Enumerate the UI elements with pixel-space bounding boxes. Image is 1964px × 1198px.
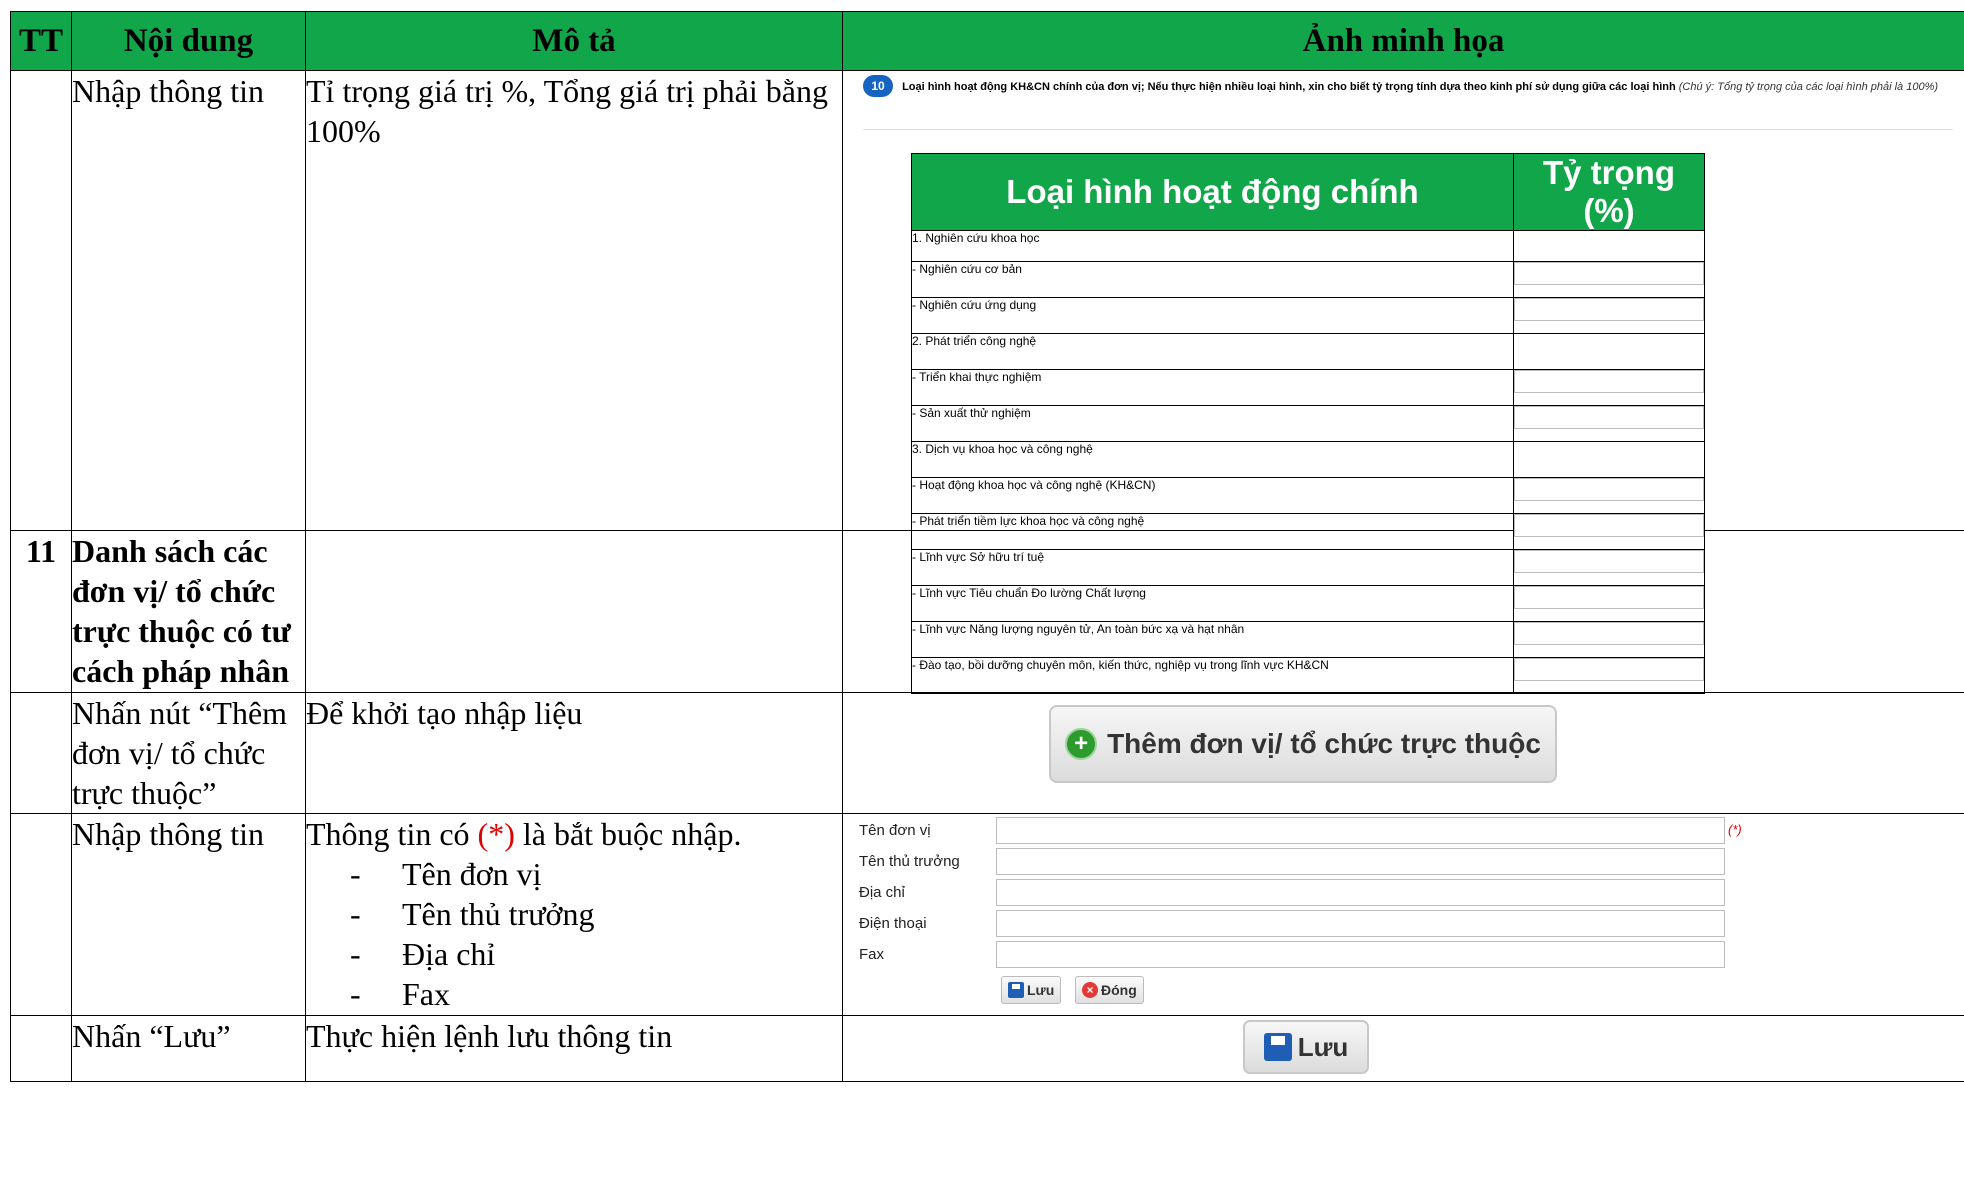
activity-label: - Phát triển tiềm lực khoa học và công n… [911, 513, 1514, 550]
activity-row: - Sản xuất thử nghiệm [911, 405, 1705, 442]
header-row: TT Nội dung Mô tả Ảnh minh họa [10, 11, 1964, 71]
unit-name-input[interactable] [996, 817, 1725, 844]
col-activity-type: Loại hình hoạt động chính [911, 153, 1514, 231]
table-row: Nhập thông tin Thông tin có (*) là bắt b… [10, 813, 1964, 1016]
row2-tt: 11 [10, 530, 72, 693]
save-button[interactable]: Lưu [1243, 1020, 1369, 1074]
activity-row: - Lĩnh vực Tiêu chuẩn Đo lường Chất lượn… [911, 585, 1705, 622]
weight-input[interactable] [1514, 262, 1704, 285]
weight-input[interactable] [1514, 586, 1704, 609]
table-row: Nhập thông tin Tỉ trọng giá trị %, Tổng … [10, 70, 1964, 694]
add-unit-label: Thêm đơn vị/ tổ chức trực thuộc [1107, 728, 1541, 759]
header-tt: TT [10, 11, 72, 71]
q10-question: Loại hình hoạt động KH&CN chính của đơn … [902, 81, 1676, 93]
list-item: Tên đơn vị [346, 854, 842, 894]
activity-label: - Sản xuất thử nghiệm [911, 405, 1514, 442]
row4-desc: Thông tin có (*) là bắt buộc nhập. Tên đ… [305, 813, 843, 1016]
close-icon: × [1082, 982, 1098, 998]
head-name-input[interactable] [996, 848, 1725, 875]
label-address: Địa chỉ [859, 884, 905, 901]
activity-row: 2. Phát triển công nghệ [911, 333, 1705, 370]
list-item: Fax [346, 974, 842, 1014]
row3-content: Nhấn nút “Thêm đơn vị/ tổ chức trực thuộ… [71, 692, 306, 814]
row5-content: Nhấn “Lưu” [71, 1015, 306, 1082]
activity-row: - Đào tạo, bồi dưỡng chuyên môn, kiến th… [911, 657, 1705, 694]
header-image: Ảnh minh họa [842, 11, 1964, 71]
divider [863, 129, 1953, 130]
weight-input[interactable] [1514, 550, 1704, 573]
activity-label: 3. Dịch vụ khoa học và công nghệ [911, 441, 1514, 478]
save-icon [1008, 982, 1024, 998]
label-unit-name: Tên đơn vị [859, 822, 931, 839]
add-icon: + [1065, 728, 1098, 760]
col-weight: Tỷ trọng (%) [1513, 153, 1705, 231]
activity-row: - Nghiên cứu ứng dụng [911, 297, 1705, 334]
activity-label: - Lĩnh vực Sở hữu trí tuệ [911, 549, 1514, 586]
required-asterisk: (*) [1728, 822, 1742, 837]
activity-label: - Lĩnh vực Tiêu chuẩn Đo lường Chất lượn… [911, 585, 1514, 622]
unit-form: Tên đơn vị (*) Tên thủ trưởng Địa chỉ Đi… [842, 813, 1964, 1016]
row1-desc: Tỉ trọng giá trị %, Tổng giá trị phải bằ… [305, 70, 843, 531]
activity-label: - Đào tạo, bồi dưỡng chuyên môn, kiến th… [911, 657, 1514, 694]
required-fields-list: Tên đơn vị Tên thủ trưởng Địa chỉ Fax [306, 854, 842, 1014]
fax-input[interactable] [996, 941, 1725, 968]
activity-row: 3. Dịch vụ khoa học và công nghệ [911, 441, 1705, 478]
activity-label: - Triển khai thực nghiệm [911, 369, 1514, 406]
row2-content: Danh sách các đơn vị/ tổ chức trực thuộc… [71, 530, 306, 693]
question-number-badge: 10 [863, 75, 893, 97]
q10-note: (Chú ý: Tổng tỷ trọng của các loại hình … [1678, 81, 1939, 93]
activity-label: - Nghiên cứu ứng dụng [911, 297, 1514, 334]
address-input[interactable] [996, 879, 1725, 906]
activity-type-table: Loại hình hoạt động chính Tỷ trọng (%) 1… [911, 153, 1705, 694]
row4-content: Nhập thông tin [71, 813, 306, 1016]
activity-row: - Lĩnh vực Sở hữu trí tuệ [911, 549, 1705, 586]
weight-input[interactable] [1514, 298, 1704, 321]
row5-desc: Thực hiện lệnh lưu thông tin [305, 1015, 843, 1082]
q10-illustration: 10 Loại hình hoạt động KH&CN chính của đ… [842, 70, 1964, 694]
activity-label: 1. Nghiên cứu khoa học [911, 230, 1514, 262]
activity-row: - Hoạt động khoa học và công nghệ (KH&CN… [911, 477, 1705, 514]
form-close-button[interactable]: × Đóng [1075, 976, 1144, 1004]
weight-input[interactable] [1514, 370, 1704, 393]
phone-input[interactable] [996, 910, 1725, 937]
activity-label: - Hoạt động khoa học và công nghệ (KH&CN… [911, 477, 1514, 514]
list-item: Địa chỉ [346, 934, 842, 974]
activity-label: - Lĩnh vực Năng lượng nguyên tử, An toàn… [911, 621, 1514, 658]
weight-input[interactable] [1514, 658, 1704, 681]
activity-label: - Nghiên cứu cơ bản [911, 261, 1514, 298]
guide-table: TT Nội dung Mô tả Ảnh minh họa Nhập thôn… [10, 11, 1964, 1082]
row3-desc: Để khởi tạo nhập liệu [305, 692, 843, 814]
table-row: Nhấn nút “Thêm đơn vị/ tổ chức trực thuộ… [10, 692, 1964, 814]
activity-row: 1. Nghiên cứu khoa học [911, 230, 1705, 262]
label-fax: Fax [859, 946, 885, 963]
header-content: Nội dung [71, 11, 306, 71]
activity-label: 2. Phát triển công nghệ [911, 333, 1514, 370]
add-unit-button[interactable]: + Thêm đơn vị/ tổ chức trực thuộc [1049, 705, 1557, 783]
save-icon [1263, 1033, 1292, 1061]
row1-content: Nhập thông tin [71, 70, 306, 531]
weight-input[interactable] [1514, 514, 1704, 537]
activity-row: - Phát triển tiềm lực khoa học và công n… [911, 513, 1705, 550]
label-head-name: Tên thủ trưởng [859, 853, 960, 870]
activity-row: - Lĩnh vực Năng lượng nguyên tử, An toàn… [911, 621, 1705, 658]
list-item: Tên thủ trưởng [346, 894, 842, 934]
label-phone: Điện thoại [859, 915, 927, 932]
form-save-button[interactable]: Lưu [1001, 976, 1062, 1004]
table-row: Nhấn “Lưu” Thực hiện lệnh lưu thông tin … [10, 1015, 1964, 1082]
weight-input[interactable] [1514, 478, 1704, 501]
activity-row: - Nghiên cứu cơ bản [911, 261, 1705, 298]
header-desc: Mô tả [305, 11, 843, 71]
weight-input[interactable] [1514, 406, 1704, 429]
weight-input[interactable] [1514, 622, 1704, 645]
activity-row: - Triển khai thực nghiệm [911, 369, 1705, 406]
required-mark: (*) [477, 816, 515, 852]
